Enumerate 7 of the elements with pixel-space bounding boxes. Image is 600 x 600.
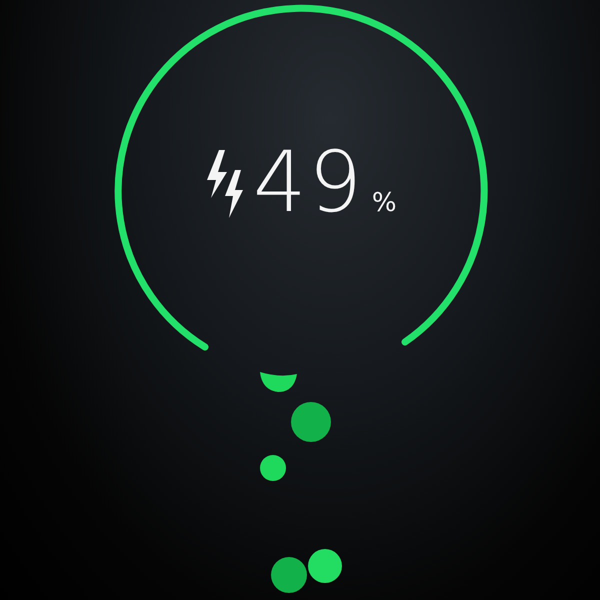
bubble — [260, 455, 286, 481]
droplet — [260, 372, 297, 392]
bubble — [291, 402, 331, 442]
percent-unit: % — [372, 190, 397, 216]
bubble — [271, 557, 307, 593]
battery-percent: 49 — [253, 140, 364, 224]
bubble — [308, 549, 342, 583]
